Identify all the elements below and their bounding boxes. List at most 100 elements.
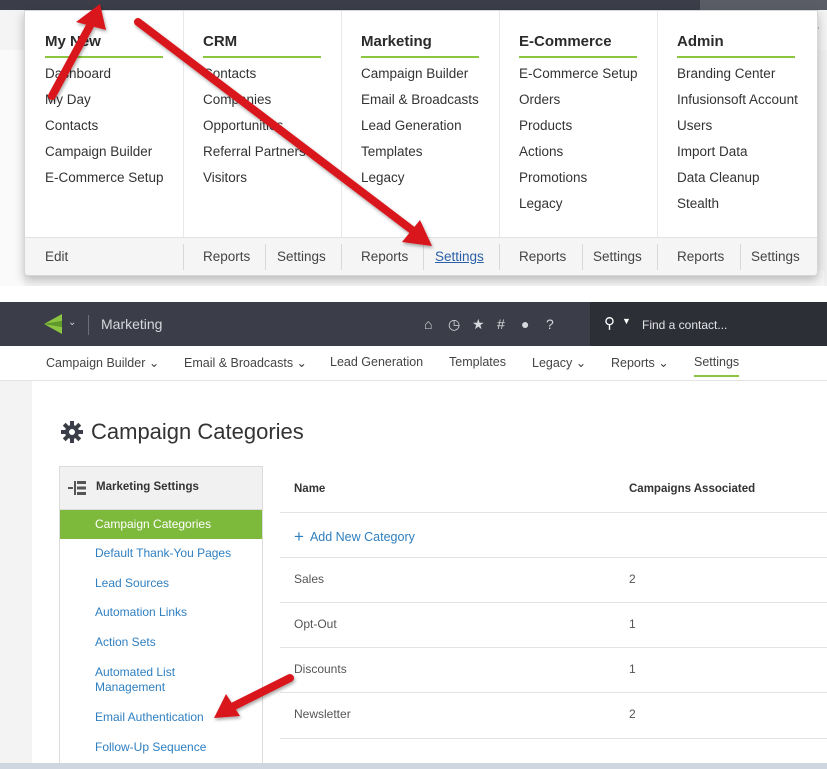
- marketing-subnav: Campaign Builder ⌄ Email & Broadcasts ⌄ …: [0, 346, 827, 381]
- menu-item-email-broadcasts[interactable]: Email & Broadcasts: [361, 92, 479, 118]
- sidebar-item-automated-list-management[interactable]: Automated List Management: [60, 659, 262, 701]
- marketing-reports-link[interactable]: Reports: [341, 238, 408, 275]
- menu-item-actions[interactable]: Actions: [519, 144, 638, 170]
- sidebar-item-follow-up-sequence[interactable]: Follow-Up Sequence: [60, 733, 262, 763]
- add-new-category-button[interactable]: + Add New Category: [294, 526, 415, 546]
- category-name: Opt-Out: [294, 617, 337, 631]
- sidebar-item-default-thank-you-pages[interactable]: Default Thank-You Pages: [60, 539, 262, 569]
- subnav-campaign-builder[interactable]: Campaign Builder ⌄: [46, 355, 159, 370]
- column-header-name[interactable]: Name: [294, 466, 325, 512]
- menu-item-data-cleanup[interactable]: Data Cleanup: [677, 170, 798, 196]
- app-title: Marketing: [101, 316, 163, 332]
- marketing-settings-link[interactable]: Settings: [415, 238, 484, 275]
- crm-reports-link[interactable]: Reports: [183, 238, 250, 275]
- menu-item-promotions[interactable]: Promotions: [519, 170, 638, 196]
- subnav-settings[interactable]: Settings: [694, 355, 740, 377]
- menu-item-companies[interactable]: Companies: [203, 92, 306, 118]
- hashtag-icon[interactable]: #: [497, 316, 505, 332]
- table-row[interactable]: Sales 2: [280, 557, 827, 603]
- crm-settings-link[interactable]: Settings: [257, 238, 326, 275]
- menu-item-ecommerce-setup[interactable]: E-Commerce Setup: [519, 66, 638, 92]
- page-title: Campaign Categories: [91, 419, 304, 444]
- ecommerce-settings-link[interactable]: Settings: [573, 238, 642, 275]
- campaign-count: 2: [629, 707, 636, 721]
- add-category-row: + Add New Category: [280, 512, 827, 558]
- menu-item-users[interactable]: Users: [677, 118, 798, 144]
- menu-item-contacts[interactable]: Contacts: [45, 118, 164, 144]
- home-icon[interactable]: ⌂: [424, 316, 432, 332]
- ecommerce-reports-link[interactable]: Reports: [499, 238, 566, 275]
- menu-item-opportunities[interactable]: Opportunities: [203, 118, 306, 144]
- edit-menu-link[interactable]: Edit: [25, 238, 68, 275]
- menu-item-legacy[interactable]: Legacy: [361, 170, 479, 196]
- table-row[interactable]: Opt-Out 1: [280, 602, 827, 648]
- menu-item-contacts[interactable]: Contacts: [203, 66, 306, 92]
- background-right-strip: [818, 50, 827, 286]
- category-name: Sales: [294, 572, 325, 586]
- menu-item-campaign-builder[interactable]: Campaign Builder: [45, 144, 164, 170]
- user-icon[interactable]: ●: [521, 316, 529, 332]
- mega-menu-footer: Edit Reports Settings Reports Settings R…: [25, 237, 817, 275]
- sidebar-item-lead-sources[interactable]: Lead Sources: [60, 569, 262, 599]
- app-switcher-chevron-icon[interactable]: ⌄: [68, 317, 76, 328]
- contact-search-input[interactable]: [640, 313, 824, 337]
- admin-reports-link[interactable]: Reports: [657, 238, 724, 275]
- menu-item-legacy[interactable]: Legacy: [519, 196, 638, 222]
- menu-item-my-day[interactable]: My Day: [45, 92, 164, 118]
- background-left-strip: [0, 50, 24, 286]
- add-new-category-label: Add New Category: [309, 530, 415, 544]
- menu-item-infusionsoft-account[interactable]: Infusionsoft Account: [677, 92, 798, 118]
- table-row[interactable]: Newsletter 2: [280, 692, 827, 739]
- search-icon[interactable]: ⚲: [604, 314, 615, 332]
- subnav-email-broadcasts[interactable]: Email & Broadcasts ⌄: [184, 355, 307, 370]
- sidebar-item-label: Lead Sources: [95, 576, 170, 590]
- menu-item-dashboard[interactable]: Dashboard: [45, 66, 164, 92]
- menu-item-lead-generation[interactable]: Lead Generation: [361, 118, 479, 144]
- sidebar-item-automation-links[interactable]: Automation Links: [60, 599, 262, 629]
- menu-column-heading: CRM: [203, 33, 321, 58]
- categories-table: Name Campaigns Associated + Add New Categ…: [280, 466, 827, 756]
- menu-item-ecommerce-setup[interactable]: E-Commerce Setup: [45, 170, 164, 196]
- menu-item-products[interactable]: Products: [519, 118, 638, 144]
- gear-icon: [61, 421, 83, 443]
- menu-column-heading: Admin: [677, 33, 795, 58]
- admin-settings-link[interactable]: Settings: [731, 238, 800, 275]
- menu-item-stealth[interactable]: Stealth: [677, 196, 798, 222]
- subnav-templates[interactable]: Templates: [449, 355, 506, 369]
- sidebar-header: Marketing Settings: [60, 467, 262, 510]
- sidebar-heading: Marketing Settings: [96, 481, 199, 493]
- menu-column-my-new: My New Dashboard My Day Contacts Campaig…: [25, 11, 184, 237]
- column-header-campaigns-associated[interactable]: Campaigns Associated: [629, 466, 755, 512]
- menu-column-marketing: Marketing Campaign Builder Email & Broad…: [341, 11, 500, 237]
- navbar-divider: [88, 315, 89, 335]
- history-icon[interactable]: ◷: [448, 316, 460, 333]
- subnav-legacy[interactable]: Legacy ⌄: [532, 355, 586, 370]
- star-icon[interactable]: ★: [472, 316, 485, 333]
- sidebar-item-label: Default Thank-You Pages: [95, 546, 232, 560]
- category-name: Discounts: [294, 662, 347, 676]
- top-app-bar-search-area: [700, 0, 827, 10]
- help-icon[interactable]: ?: [546, 316, 554, 332]
- sidebar-item-action-sets[interactable]: Action Sets: [60, 629, 262, 659]
- search-scope-caret-icon[interactable]: ▼: [622, 316, 631, 326]
- campaign-count: 1: [629, 617, 636, 631]
- menu-item-referral-partners[interactable]: Referral Partners: [203, 144, 306, 170]
- subnav-lead-generation[interactable]: Lead Generation: [330, 355, 423, 369]
- sidebar-item-label: Automation Links: [95, 605, 188, 619]
- horizontal-scrollbar[interactable]: [0, 763, 827, 769]
- sidebar-item-label: Action Sets: [95, 635, 156, 649]
- menu-column-ecommerce: E-Commerce E-Commerce Setup Orders Produ…: [499, 11, 658, 237]
- table-row[interactable]: Discounts 1: [280, 647, 827, 693]
- menu-item-branding-center[interactable]: Branding Center: [677, 66, 798, 92]
- sidebar-item-label: Follow-Up Sequence: [95, 740, 207, 754]
- menu-item-campaign-builder[interactable]: Campaign Builder: [361, 66, 479, 92]
- sidebar-item-campaign-categories[interactable]: Campaign Categories: [60, 510, 262, 539]
- subnav-reports[interactable]: Reports ⌄: [611, 355, 669, 370]
- app-logo-icon[interactable]: [44, 314, 62, 334]
- menu-item-import-data[interactable]: Import Data: [677, 144, 798, 170]
- menu-item-orders[interactable]: Orders: [519, 92, 638, 118]
- menu-item-visitors[interactable]: Visitors: [203, 170, 306, 196]
- sidebar-item-email-authentication[interactable]: Email Authentication: [60, 703, 262, 733]
- campaign-count: 1: [629, 662, 636, 676]
- menu-item-templates[interactable]: Templates: [361, 144, 479, 170]
